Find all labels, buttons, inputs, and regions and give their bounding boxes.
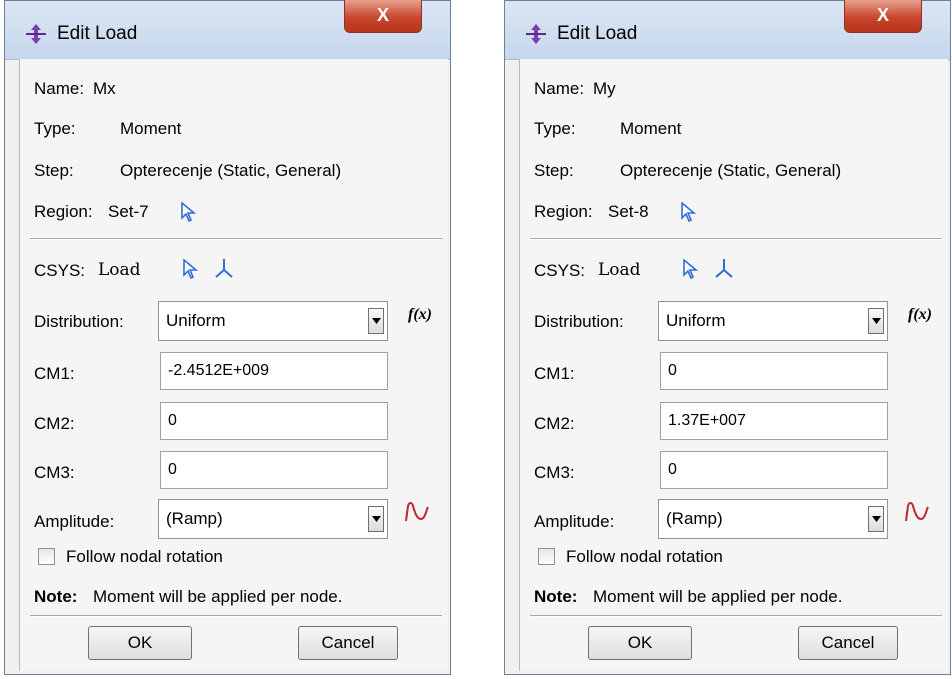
separator [30, 238, 442, 240]
note-label: Note: [534, 587, 578, 606]
separator [530, 238, 942, 240]
amplitude-curve-icon[interactable] [904, 501, 930, 523]
csys-value: Load [98, 260, 141, 280]
title-bar[interactable]: Edit Load X [5, 0, 450, 60]
csys-label: CSYS: [34, 261, 86, 280]
amplitude-select[interactable]: (Ramp) [658, 499, 888, 539]
note-label: Note: [34, 587, 78, 606]
coordinate-axes-icon[interactable] [713, 257, 735, 279]
chevron-down-icon[interactable] [368, 308, 384, 334]
separator [530, 615, 942, 617]
amplitude-curve-icon[interactable] [404, 501, 430, 523]
cm2-input[interactable]: 1.37E+007 [660, 402, 888, 440]
cm3-label: CM3: [534, 463, 575, 482]
type-label: Type: [34, 119, 76, 138]
note-text: Moment will be applied per node. [593, 587, 843, 606]
load-arrows-icon [26, 24, 46, 44]
ok-button[interactable]: OK [88, 626, 192, 660]
select-csys-cursor-icon[interactable] [182, 259, 200, 279]
follow-nodal-rotation-checkbox[interactable] [538, 548, 555, 565]
select-csys-cursor-icon[interactable] [682, 259, 700, 279]
distribution-selected-value: Uniform [166, 311, 226, 330]
cm3-input[interactable]: 0 [660, 451, 888, 489]
cm3-label: CM3: [34, 463, 75, 482]
step-value: Opterecenje (Static, General) [620, 161, 842, 180]
cm1-input[interactable]: -2.4512E+009 [160, 352, 388, 390]
region-label: Region: [534, 202, 593, 221]
distribution-label: Distribution: [34, 312, 124, 331]
type-label: Type: [534, 119, 576, 138]
cm3-input[interactable]: 0 [160, 451, 388, 489]
note-text: Moment will be applied per node. [93, 587, 343, 606]
cm1-label: CM1: [534, 364, 575, 383]
cm2-label: CM2: [534, 414, 575, 433]
dialog-body: Name: My Type: Moment Step: Opterecenje … [519, 59, 948, 671]
title-bar[interactable]: Edit Load X [505, 0, 950, 60]
cm1-input[interactable]: 0 [660, 352, 888, 390]
region-value: Set-8 [608, 202, 649, 221]
distribution-select[interactable]: Uniform [658, 301, 888, 341]
chevron-down-icon[interactable] [868, 308, 884, 334]
step-label: Step: [534, 161, 574, 180]
close-button[interactable]: X [844, 0, 922, 33]
edit-load-dialog-mx: Edit Load X Name: Mx Type: Moment Step: … [4, 0, 451, 675]
follow-nodal-rotation-label: Follow nodal rotation [566, 547, 723, 566]
csys-label: CSYS: [534, 261, 586, 280]
name-label: Name: [34, 79, 85, 98]
coordinate-axes-icon[interactable] [213, 257, 235, 279]
name-value: Mx [93, 79, 116, 98]
distribution-selected-value: Uniform [666, 311, 726, 330]
type-value: Moment [620, 119, 682, 138]
name-label: Name: [534, 79, 585, 98]
cm2-label: CM2: [34, 414, 75, 433]
dialog-title: Edit Load [557, 23, 638, 44]
csys-value: Load [598, 260, 641, 280]
cm1-label: CM1: [34, 364, 75, 383]
step-label: Step: [34, 161, 74, 180]
region-label: Region: [34, 202, 93, 221]
select-region-cursor-icon[interactable] [680, 202, 698, 222]
chevron-down-icon[interactable] [868, 506, 884, 532]
type-value: Moment [120, 119, 182, 138]
cm2-input[interactable]: 0 [160, 402, 388, 440]
cancel-button[interactable]: Cancel [798, 626, 898, 660]
distribution-label: Distribution: [534, 312, 624, 331]
select-region-cursor-icon[interactable] [180, 202, 198, 222]
amplitude-selected-value: (Ramp) [166, 509, 223, 528]
load-arrows-icon [526, 24, 546, 44]
function-fx-button[interactable]: f(x) [908, 306, 932, 324]
cancel-button[interactable]: Cancel [298, 626, 398, 660]
ok-button[interactable]: OK [588, 626, 692, 660]
amplitude-select[interactable]: (Ramp) [158, 499, 388, 539]
dialog-title: Edit Load [57, 23, 138, 44]
distribution-select[interactable]: Uniform [158, 301, 388, 341]
amplitude-label: Amplitude: [34, 512, 115, 531]
amplitude-label: Amplitude: [534, 512, 615, 531]
amplitude-selected-value: (Ramp) [666, 509, 723, 528]
region-value: Set-7 [108, 202, 149, 221]
close-button[interactable]: X [344, 0, 422, 33]
dialog-body: Name: Mx Type: Moment Step: Opterecenje … [19, 59, 448, 671]
separator [30, 615, 442, 617]
follow-nodal-rotation-checkbox[interactable] [38, 548, 55, 565]
function-fx-button[interactable]: f(x) [408, 306, 432, 324]
chevron-down-icon[interactable] [368, 506, 384, 532]
follow-nodal-rotation-label: Follow nodal rotation [66, 547, 223, 566]
step-value: Opterecenje (Static, General) [120, 161, 342, 180]
edit-load-dialog-my: Edit Load X Name: My Type: Moment Step: … [504, 0, 951, 675]
name-value: My [593, 79, 616, 98]
